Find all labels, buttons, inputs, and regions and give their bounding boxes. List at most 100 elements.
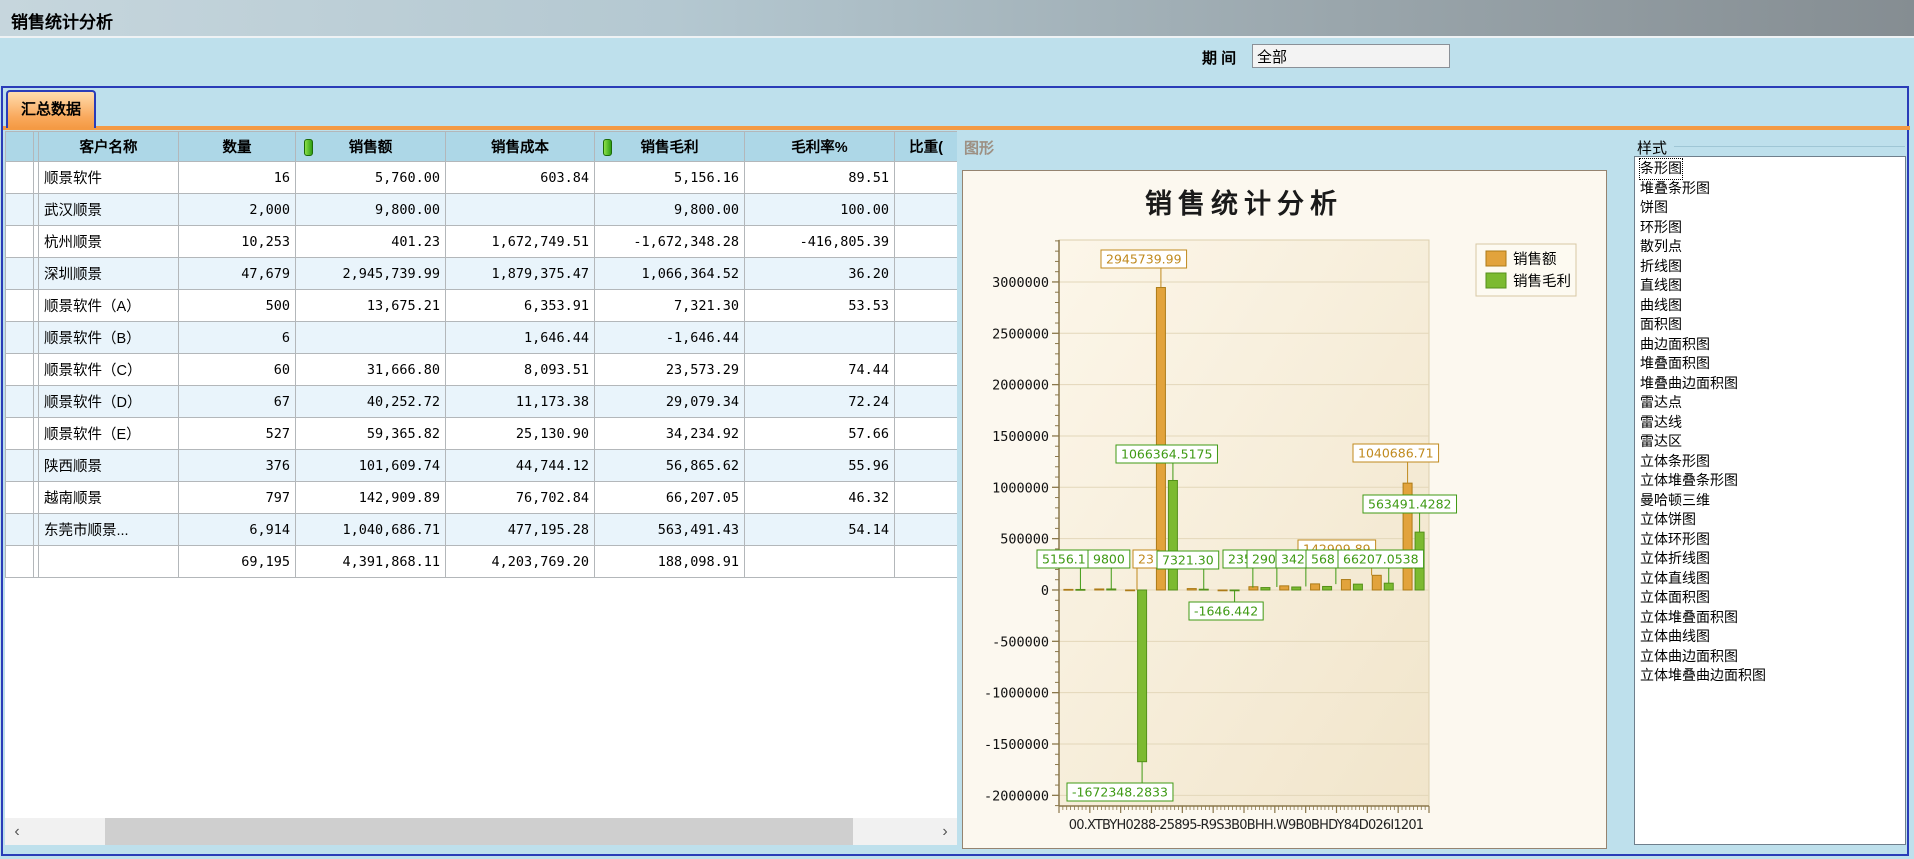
row-gutter[interactable]	[6, 386, 34, 418]
tab-summary-data[interactable]: 汇总数据	[6, 90, 96, 128]
value-cell: 74.44	[745, 354, 895, 386]
value-cell: 500	[179, 290, 296, 322]
table-row[interactable]: 顺景软件（A）50013,675.216,353.917,321.3053.53	[6, 290, 958, 322]
row-gutter[interactable]	[6, 546, 34, 578]
style-list-item[interactable]: 立体条形图	[1635, 452, 1905, 472]
value-cell: 376	[179, 450, 296, 482]
table-row[interactable]: 顺景软件（B）61,646.44-1,646.44	[6, 322, 958, 354]
value-cell: 477,195.28	[446, 514, 595, 546]
value-cell	[745, 322, 895, 354]
style-panel-label: 样式	[1637, 137, 1667, 158]
customer-name-cell: 陕西顺景	[39, 450, 179, 482]
table-row[interactable]: 69,1954,391,868.114,203,769.20188,098.91	[6, 546, 958, 578]
column-header[interactable]: 毛利率%	[745, 132, 895, 162]
svg-text:5156.1: 5156.1	[1042, 552, 1086, 567]
row-gutter[interactable]	[6, 418, 34, 450]
style-list-item[interactable]: 环形图	[1635, 218, 1905, 238]
period-input[interactable]	[1252, 44, 1450, 68]
value-cell: 11,173.38	[446, 386, 595, 418]
style-list-item[interactable]: 曲线图	[1635, 296, 1905, 316]
column-header[interactable]: 销售毛利	[595, 132, 745, 162]
svg-text:2000000: 2000000	[992, 378, 1049, 394]
row-gutter[interactable]	[6, 322, 34, 354]
style-list-item[interactable]: 立体曲线图	[1635, 627, 1905, 647]
column-header[interactable]: 销售额	[296, 132, 446, 162]
table-row[interactable]: 顺景软件165,760.00603.845,156.1689.51	[6, 162, 958, 194]
value-cell	[895, 194, 958, 226]
table-row[interactable]: 杭州顺景10,253401.231,672,749.51-1,672,348.2…	[6, 226, 958, 258]
style-list-item[interactable]: 立体堆叠曲边面积图	[1635, 666, 1905, 686]
value-cell: 25,130.90	[446, 418, 595, 450]
row-gutter[interactable]	[6, 162, 34, 194]
style-list-item[interactable]: 堆叠面积图	[1635, 354, 1905, 374]
style-list-item[interactable]: 立体直线图	[1635, 569, 1905, 589]
style-list-item[interactable]: 立体面积图	[1635, 588, 1905, 608]
column-header[interactable]: 销售成本	[446, 132, 595, 162]
sales-bar-chart: 3000000250000020000001500000100000050000…	[963, 171, 1606, 848]
value-cell: -416,805.39	[745, 226, 895, 258]
value-cell: 100.00	[745, 194, 895, 226]
style-list-item[interactable]: 立体堆叠面积图	[1635, 608, 1905, 628]
row-gutter[interactable]	[6, 258, 34, 290]
value-cell	[895, 162, 958, 194]
style-list-item[interactable]: 面积图	[1635, 315, 1905, 335]
style-list-item[interactable]: 饼图	[1635, 198, 1905, 218]
table-row[interactable]: 顺景软件（D）6740,252.7211,173.3829,079.3472.2…	[6, 386, 958, 418]
column-header[interactable]: 客户名称	[39, 132, 179, 162]
style-list-item[interactable]: 雷达线	[1635, 413, 1905, 433]
customer-name-cell: 杭州顺景	[39, 226, 179, 258]
table-row[interactable]: 顺景软件（E）52759,365.8225,130.9034,234.9257.…	[6, 418, 958, 450]
style-list-item[interactable]: 散列点	[1635, 237, 1905, 257]
style-list-item[interactable]: 立体环形图	[1635, 530, 1905, 550]
style-list-item[interactable]: 立体饼图	[1635, 510, 1905, 530]
style-list-item[interactable]: 立体折线图	[1635, 549, 1905, 569]
style-list-item[interactable]: 堆叠条形图	[1635, 179, 1905, 199]
svg-text:568: 568	[1311, 552, 1335, 567]
table-row[interactable]: 顺景软件（C）6031,666.808,093.5123,573.2974.44	[6, 354, 958, 386]
value-cell: 1,066,364.52	[595, 258, 745, 290]
column-header[interactable]: 数量	[179, 132, 296, 162]
style-list-item[interactable]: 堆叠曲边面积图	[1635, 374, 1905, 394]
scroll-right-button[interactable]: ›	[933, 818, 957, 845]
scrollbar-thumb[interactable]	[105, 818, 853, 845]
row-gutter[interactable]	[6, 450, 34, 482]
customer-name-cell: 顺景软件（A）	[39, 290, 179, 322]
column-header[interactable]: 比重(	[895, 132, 958, 162]
style-list-item[interactable]: 直线图	[1635, 276, 1905, 296]
style-list-item[interactable]: 立体曲边面积图	[1635, 647, 1905, 667]
svg-text:1066364.5175: 1066364.5175	[1121, 447, 1212, 462]
value-cell: 10,253	[179, 226, 296, 258]
style-list-item[interactable]: 雷达区	[1635, 432, 1905, 452]
value-cell: -1,646.44	[595, 322, 745, 354]
row-gutter[interactable]	[6, 290, 34, 322]
scroll-left-button[interactable]: ‹	[5, 818, 29, 845]
table-row[interactable]: 东莞市顺景...6,9141,040,686.71477,195.28563,4…	[6, 514, 958, 546]
table-row[interactable]: 武汉顺景2,0009,800.009,800.00100.00	[6, 194, 958, 226]
table-row[interactable]: 深圳顺景47,6792,945,739.991,879,375.471,066,…	[6, 258, 958, 290]
style-list-item[interactable]: 曲边面积图	[1635, 335, 1905, 355]
row-gutter[interactable]	[6, 226, 34, 258]
chart-style-listbox[interactable]: 条形图堆叠条形图饼图环形图散列点折线图直线图曲线图面积图曲边面积图堆叠面积图堆叠…	[1634, 156, 1906, 845]
style-list-item[interactable]: 立体堆叠条形图	[1635, 471, 1905, 491]
customer-name-cell: 越南顺景	[39, 482, 179, 514]
svg-text:-1646.442: -1646.442	[1194, 604, 1258, 619]
value-cell: 66,207.05	[595, 482, 745, 514]
style-list-item[interactable]: 曼哈顿三维	[1635, 491, 1905, 511]
style-list-item[interactable]: 条形图	[1635, 159, 1905, 179]
row-gutter[interactable]	[6, 514, 34, 546]
value-cell: 44,744.12	[446, 450, 595, 482]
row-gutter[interactable]	[6, 354, 34, 386]
style-list-item[interactable]: 雷达点	[1635, 393, 1905, 413]
svg-text:销售毛利: 销售毛利	[1513, 273, 1571, 290]
table-row[interactable]: 陕西顺景376101,609.7444,744.1256,865.6255.96	[6, 450, 958, 482]
svg-text:2500000: 2500000	[992, 326, 1049, 342]
table-row[interactable]: 越南顺景797142,909.8976,702.8466,207.0546.32	[6, 482, 958, 514]
row-gutter[interactable]	[6, 482, 34, 514]
value-cell: -1,672,348.28	[595, 226, 745, 258]
value-cell: 40,252.72	[296, 386, 446, 418]
value-cell: 2,000	[179, 194, 296, 226]
horizontal-scrollbar[interactable]: ‹ ›	[5, 818, 957, 845]
value-cell: 34,234.92	[595, 418, 745, 450]
style-list-item[interactable]: 折线图	[1635, 257, 1905, 277]
row-gutter[interactable]	[6, 194, 34, 226]
